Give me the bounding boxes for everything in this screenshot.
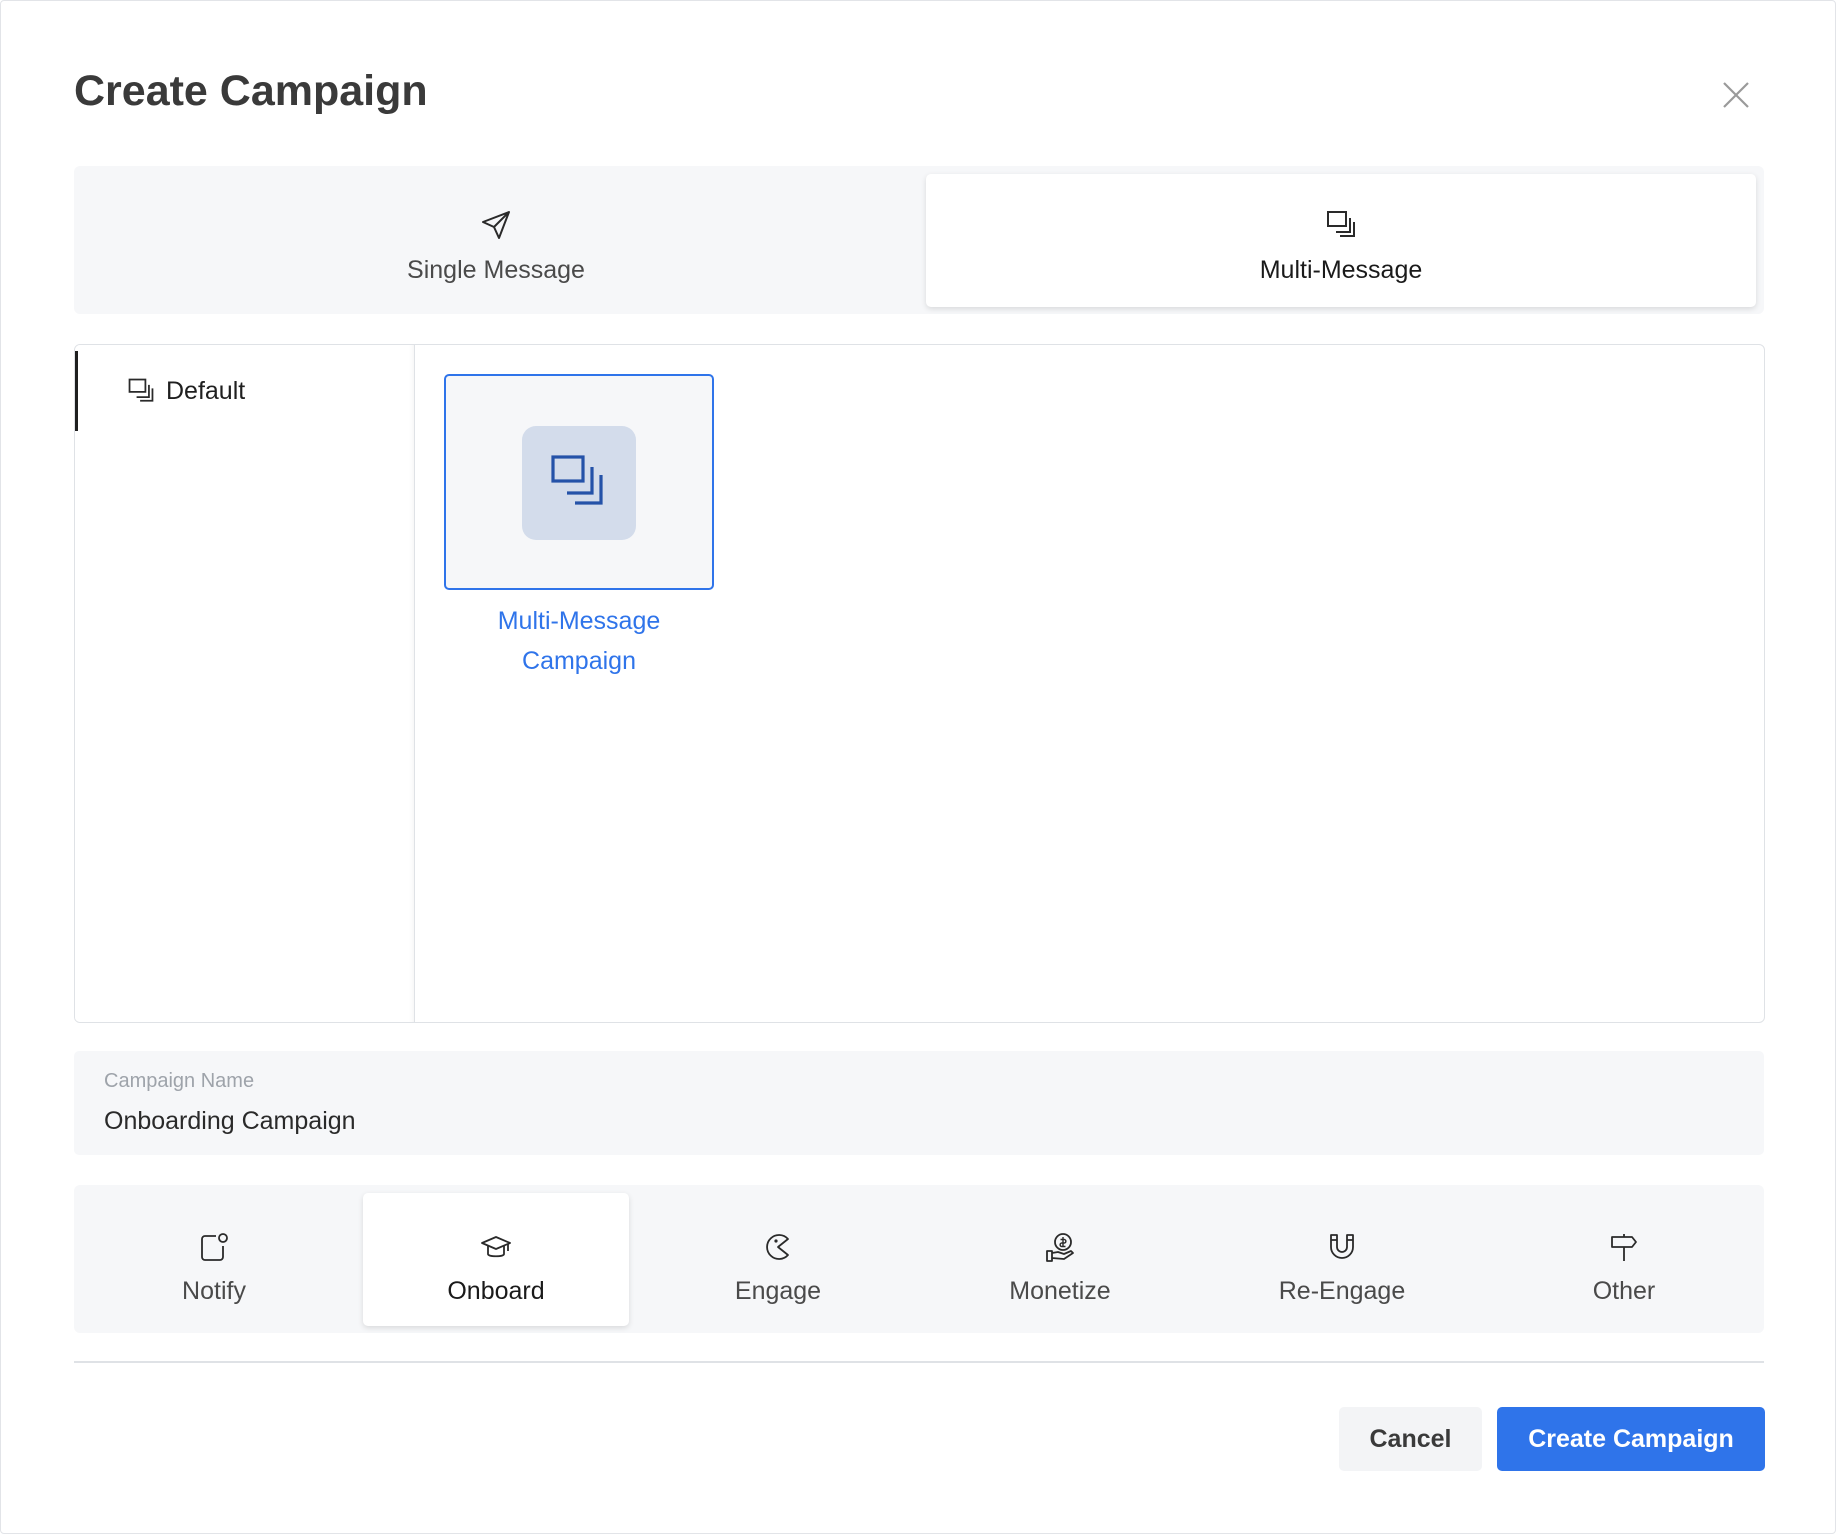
stacked-squares-icon [128,378,154,402]
cancel-button[interactable]: Cancel [1339,1407,1482,1471]
campaign-name-input[interactable] [104,1103,1724,1139]
stacked-squares-icon [551,455,603,505]
tab-single-message[interactable]: Single Message [82,174,910,307]
category-selector: Notify Onboard Engage Monetize Re-Engage… [74,1185,1764,1333]
template-icon-tile [522,426,636,540]
template-card-multi-message[interactable] [444,374,714,590]
close-button[interactable] [1714,73,1758,117]
magnet-icon [1330,1234,1354,1259]
sidebar-item-label: Default [166,376,246,405]
campaign-name-label: Campaign Name [104,1070,255,1092]
category-notify[interactable]: Notify [81,1193,347,1326]
footer-divider [74,1361,1764,1363]
category-label: Onboard [447,1277,545,1305]
category-label: Other [1592,1277,1656,1305]
category-onboard[interactable]: Onboard [363,1193,629,1326]
tab-label: Multi-Message [1259,256,1423,284]
money-hand-icon [1046,1233,1074,1262]
category-engage[interactable]: Engage [645,1193,911,1326]
category-label: Notify [182,1277,246,1305]
category-other[interactable]: Other [1491,1193,1757,1326]
close-icon [1723,82,1749,108]
category-monetize[interactable]: Monetize [927,1193,1193,1326]
sidebar-item-default[interactable]: Default [75,351,417,431]
category-label: Monetize [1009,1277,1111,1305]
tab-multi-message[interactable]: Multi-Message [926,174,1756,307]
message-type-selector: Single Message Multi-Message [74,166,1764,314]
paper-plane-icon [482,211,510,239]
category-label: Re-Engage [1278,1277,1406,1305]
stacked-squares-icon [1327,211,1355,237]
category-label: Engage [734,1277,822,1305]
signpost-icon [1611,1234,1637,1261]
pacman-icon [766,1234,789,1260]
category-re-engage[interactable]: Re-Engage [1209,1193,1475,1326]
campaign-name-field: Campaign Name [74,1051,1764,1155]
template-sidebar: Default [75,345,415,1022]
template-panel: Default Multi-Message Campaign [74,344,1765,1023]
modal-title: Create Campaign [74,67,428,115]
notification-icon [201,1233,228,1261]
tab-label: Single Message [407,256,585,284]
graduation-cap-icon [481,1236,511,1258]
create-campaign-button[interactable]: Create Campaign [1497,1407,1765,1471]
template-card-label[interactable]: Multi-Message Campaign [444,601,714,681]
create-campaign-modal: Create Campaign Single Message Multi-Mes… [0,0,1836,1534]
